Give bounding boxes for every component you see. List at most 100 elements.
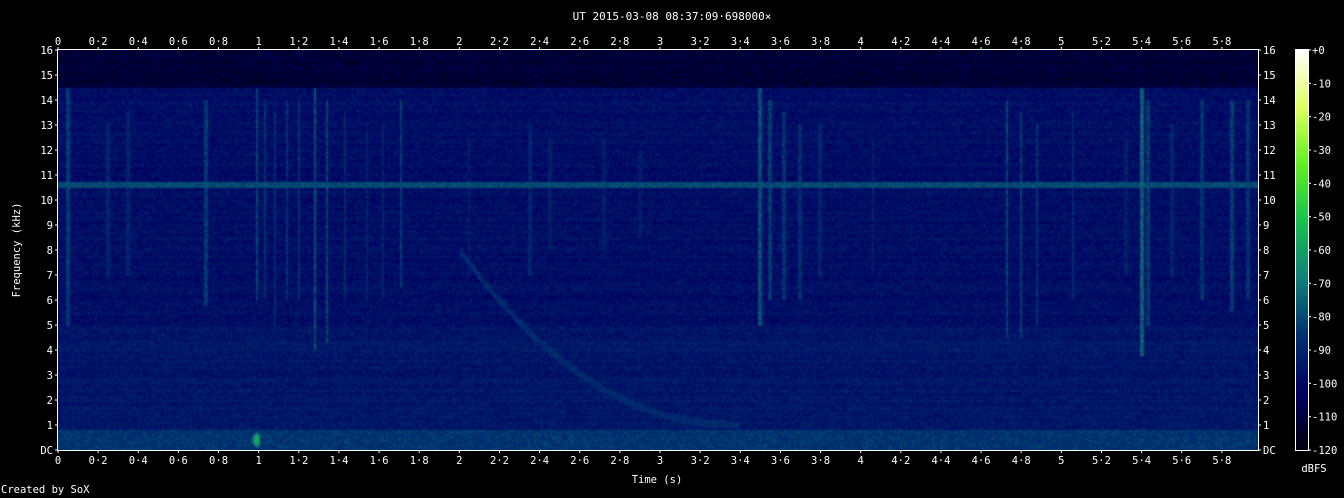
x-tick-label-top: 1·4: [329, 36, 348, 48]
spectrogram-chart: UT 2015-03-08 08:37:09·698000× 0 0·2 0·4 0·…: [11, 10, 1337, 486]
x-tick-label-top: 0: [55, 36, 61, 48]
x-tick-label-bottom: 0·2: [89, 455, 108, 467]
x-tick-label-top: 0·6: [169, 36, 188, 48]
spectrogram-heatmap: [58, 50, 1258, 450]
y-tick-label-left: DC: [40, 445, 53, 457]
colorbar-tick-label: -90: [1312, 345, 1331, 357]
y-tick-label-right: 16: [1263, 45, 1276, 57]
colorbar-tick-label: -70: [1312, 278, 1331, 290]
x-tick-label-top: 5·4: [1132, 36, 1151, 48]
x-tick-label-top: 3·2: [691, 36, 710, 48]
y-tick-label-left: 15: [40, 70, 53, 82]
x-tick-label-bottom: 1·8: [410, 455, 429, 467]
colorbar-tick-label: +0: [1312, 45, 1325, 57]
y-tick-label-right: 10: [1263, 195, 1276, 207]
x-tick-label-bottom: 4·4: [931, 455, 950, 467]
x-tick-label-bottom: 4: [858, 455, 864, 467]
x-tick-label-top: 5·2: [1092, 36, 1111, 48]
y-tick-label-right: 8: [1263, 245, 1269, 257]
x-tick-label-top: 3·6: [771, 36, 790, 48]
x-tick-label-bottom: 5: [1058, 455, 1064, 467]
colorbar-tick-label: -30: [1312, 145, 1331, 157]
x-tick-label-top: 2·8: [610, 36, 629, 48]
x-tick-label-bottom: 3: [657, 455, 663, 467]
y-tick-label-left: 10: [40, 195, 53, 207]
y-tick-label-left: 13: [40, 120, 53, 132]
x-tick-label-top: 3·4: [731, 36, 750, 48]
x-tick-label-top: 3·8: [811, 36, 830, 48]
colorbar-tick-label: -10: [1312, 78, 1331, 90]
x-tick-label-bottom: 5·6: [1172, 455, 1191, 467]
x-tick-label-bottom: 5·8: [1212, 455, 1231, 467]
y-tick-label-right: 13: [1263, 120, 1276, 132]
y-tick-label-left: 3: [47, 370, 53, 382]
y-tick-label-right: 3: [1263, 370, 1269, 382]
x-tick-label-bottom: 1·4: [329, 455, 348, 467]
y-tick-label-right: 5: [1263, 320, 1269, 332]
x-tick-label-top: 1·2: [289, 36, 308, 48]
x-tick-label-top: 4: [858, 36, 864, 48]
x-tick-label-bottom: 1·6: [370, 455, 389, 467]
x-axis-label: Time (s): [632, 474, 683, 486]
colorbar-tick-label: -50: [1312, 212, 1331, 224]
y-tick-label-right: 4: [1263, 345, 1269, 357]
x-axis-top: 0 0·2 0·4 0·6 0·8 1 1·2 1·4 1·6 1·8 2 2·2 2·4 2·6 2·8 3…: [55, 36, 1231, 50]
y-tick-label-left: 8: [47, 245, 53, 257]
x-tick-label-top: 2: [456, 36, 462, 48]
y-tick-label-right: 14: [1263, 95, 1276, 107]
x-axis-bottom: 0 0·2 0·4 0·6 0·8 1 1·2 1·4 1·6 1·8 2 2·2 2·4 2·6 2·8 3…: [55, 450, 1231, 467]
y-tick-label-right: 6: [1263, 295, 1269, 307]
y-tick-label-right: 15: [1263, 70, 1276, 82]
x-tick-label-top: 2·6: [570, 36, 589, 48]
y-tick-label-right: DC: [1263, 445, 1276, 457]
y-tick-label-left: 4: [47, 345, 53, 357]
x-tick-label-bottom: 3·2: [691, 455, 710, 467]
y-axis-right: DC12345678910111213141516: [1258, 45, 1276, 457]
x-tick-label-top: 0·2: [89, 36, 108, 48]
y-tick-label-left: 9: [47, 220, 53, 232]
colorbar-tick-label: -100: [1312, 378, 1337, 390]
x-tick-label-bottom: 3·8: [811, 455, 830, 467]
x-tick-label-bottom: 0·8: [209, 455, 228, 467]
x-tick-label-top: 1·6: [370, 36, 389, 48]
x-tick-label-bottom: 0: [55, 455, 61, 467]
x-tick-label-top: 3: [657, 36, 663, 48]
x-tick-label-top: 5·6: [1172, 36, 1191, 48]
colorbar-tick-label: -110: [1312, 412, 1337, 424]
y-tick-label-left: 14: [40, 95, 53, 107]
chart-title: UT 2015-03-08 08:37:09·698000×: [573, 10, 772, 23]
y-tick-label-right: 2: [1263, 395, 1269, 407]
colorbar-tick-label: -120: [1312, 445, 1337, 457]
x-tick-label-top: 0·4: [129, 36, 148, 48]
x-tick-label-bottom: 4·6: [972, 455, 991, 467]
y-tick-label-left: 2: [47, 395, 53, 407]
y-tick-label-left: 7: [47, 270, 53, 282]
colorbar: [1296, 50, 1308, 450]
y-tick-label-left: 12: [40, 145, 53, 157]
x-tick-label-bottom: 2·4: [530, 455, 549, 467]
colorbar-tick-label: -40: [1312, 178, 1331, 190]
x-tick-label-bottom: 1·2: [289, 455, 308, 467]
colorbar-tick-label: -80: [1312, 312, 1331, 324]
x-tick-label-bottom: 4·2: [891, 455, 910, 467]
x-tick-label-top: 4·2: [891, 36, 910, 48]
y-tick-label-left: 11: [40, 170, 53, 182]
colorbar-tick-label: -60: [1312, 245, 1331, 257]
y-tick-label-left: 6: [47, 295, 53, 307]
y-tick-label-right: 12: [1263, 145, 1276, 157]
x-tick-label-bottom: 2·2: [490, 455, 509, 467]
y-axis-left: DC12345678910111213141516: [40, 45, 58, 457]
x-tick-label-top: 0·8: [209, 36, 228, 48]
x-tick-label-top: 2·4: [530, 36, 549, 48]
colorbar-tick-label: -20: [1312, 112, 1331, 124]
y-tick-label-right: 1: [1263, 420, 1269, 432]
x-tick-label-bottom: 5·2: [1092, 455, 1111, 467]
x-tick-label-bottom: 2·8: [610, 455, 629, 467]
x-tick-label-bottom: 2·6: [570, 455, 589, 467]
credit-text: Created by SoX: [1, 484, 90, 496]
x-tick-label-bottom: 0·6: [169, 455, 188, 467]
x-tick-label-bottom: 1: [256, 455, 262, 467]
y-tick-label-right: 9: [1263, 220, 1269, 232]
x-tick-label-bottom: 2: [456, 455, 462, 467]
x-tick-label-top: 5: [1058, 36, 1064, 48]
